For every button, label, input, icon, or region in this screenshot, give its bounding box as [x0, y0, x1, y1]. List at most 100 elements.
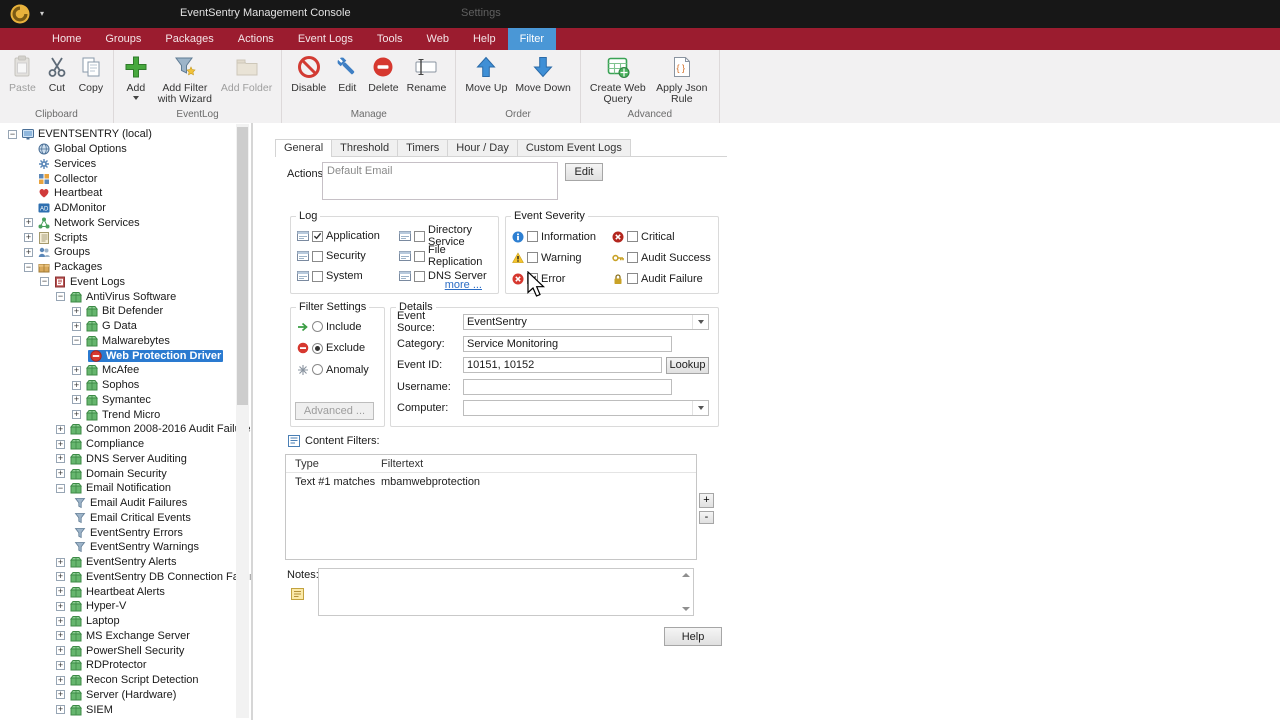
menu-tab-help[interactable]: Help	[461, 28, 508, 50]
tree-item-content[interactable]: Network Services	[36, 217, 142, 229]
tree-item-content[interactable]: MS Exchange Server	[68, 630, 192, 642]
cut-button[interactable]: Cut	[40, 52, 74, 96]
tree-item-groups[interactable]: + Groups	[0, 245, 233, 260]
username-input[interactable]	[463, 378, 672, 395]
tree-item-content[interactable]: Heartbeat Alerts	[68, 586, 167, 598]
tree-item-content[interactable]: SIEM	[68, 704, 115, 716]
tab-timers[interactable]: Timers	[397, 139, 449, 156]
notes-input[interactable]	[318, 568, 694, 616]
expander-minus-icon[interactable]: −	[40, 277, 49, 287]
application-checkbox-row[interactable]: Application	[297, 226, 399, 246]
security-checkbox[interactable]	[312, 250, 323, 262]
tree-item-email-audit-failures[interactable]: Email Audit Failures	[0, 496, 233, 511]
audit-success-checkbox[interactable]	[627, 252, 638, 263]
expander-plus-icon[interactable]: +	[56, 705, 65, 715]
exclude-radio-row[interactable]: Exclude	[297, 338, 369, 360]
tree-item-content[interactable]: Domain Security	[68, 468, 169, 480]
tree-item-heartbeat-alerts[interactable]: + Heartbeat Alerts	[0, 584, 233, 599]
tab-custom-event-logs[interactable]: Custom Event Logs	[516, 139, 631, 156]
expander-plus-icon[interactable]: +	[56, 439, 65, 449]
tree-item-dns-server-auditing[interactable]: + DNS Server Auditing	[0, 452, 233, 467]
tab-hour-day[interactable]: Hour / Day	[447, 139, 518, 156]
tree-item-collector[interactable]: Collector	[0, 171, 233, 186]
edit-actions-button[interactable]: Edit	[565, 163, 603, 181]
tree-item-event-logs[interactable]: − Event Logs	[0, 275, 233, 290]
more-link[interactable]: more ...	[445, 279, 482, 291]
audit-failure-checkbox-row[interactable]: Audit Failure	[612, 268, 711, 289]
expander-plus-icon[interactable]: +	[56, 557, 65, 567]
tree-item-siem[interactable]: + SIEM	[0, 702, 233, 717]
apply-json-rule-button[interactable]: { } Apply Json Rule	[650, 52, 714, 107]
actions-value-box[interactable]: Default Email	[322, 162, 558, 200]
expander-minus-icon[interactable]: −	[24, 262, 33, 272]
computer-combobox[interactable]	[463, 400, 709, 417]
tree-item-content[interactable]: Collector	[36, 173, 99, 185]
menu-tab-actions[interactable]: Actions	[226, 28, 286, 50]
content-filter-row[interactable]: Text #1 matches mbamwebprotection	[286, 473, 696, 490]
tree-item-recon-script-detection[interactable]: + Recon Script Detection	[0, 673, 233, 688]
expander-plus-icon[interactable]: +	[72, 395, 81, 405]
expander-plus-icon[interactable]: +	[56, 631, 65, 641]
menu-tab-filter[interactable]: Filter	[507, 28, 557, 50]
expander-minus-icon[interactable]: −	[56, 292, 65, 302]
tree-item-ms-exchange-server[interactable]: + MS Exchange Server	[0, 629, 233, 644]
content-filters-table[interactable]: Type Filtertext Text #1 matches mbamwebpr…	[285, 454, 697, 560]
tree-item-content[interactable]: McAfee	[84, 364, 141, 376]
critical-checkbox-row[interactable]: Critical	[612, 226, 711, 247]
tree-item-powershell-security[interactable]: + PowerShell Security	[0, 643, 233, 658]
expander-minus-icon[interactable]: −	[72, 336, 81, 346]
system-checkbox[interactable]	[312, 270, 323, 282]
tree-item-content[interactable]: EventSentry Alerts	[68, 556, 179, 568]
expander-minus-icon[interactable]: −	[56, 483, 65, 493]
dns-server-checkbox[interactable]	[414, 270, 425, 282]
tree-item-content[interactable]: AD ADMonitor	[36, 202, 108, 214]
event-source-combobox[interactable]: EventSentry	[463, 314, 709, 330]
tree-item-admonitor[interactable]: AD ADMonitor	[0, 201, 233, 216]
tree-item-antivirus-software[interactable]: − AntiVirus Software	[0, 289, 233, 304]
include-radio[interactable]	[312, 321, 323, 333]
audit-failure-checkbox[interactable]	[627, 273, 638, 284]
tree-item-hyper-v[interactable]: + Hyper-V	[0, 599, 233, 614]
disable-button[interactable]: Disable	[287, 52, 330, 96]
tree-item-content[interactable]: Services	[36, 158, 98, 170]
tree-item-services[interactable]: Services	[0, 157, 233, 172]
tree-item-content[interactable]: EventSentry DB Connection Failure	[68, 571, 262, 583]
tree-item-content[interactable]: Web Protection Driver	[88, 349, 224, 362]
tree-item-content[interactable]: Scripts	[36, 231, 90, 244]
tab-general[interactable]: General	[275, 139, 333, 157]
lookup-button[interactable]: Lookup	[666, 356, 709, 374]
expander-plus-icon[interactable]: +	[72, 306, 81, 316]
create-web-query-button[interactable]: Create Web Query	[586, 52, 650, 107]
expander-plus-icon[interactable]: +	[56, 616, 65, 626]
directory-service-checkbox-row[interactable]: Directory Service	[399, 224, 498, 248]
tree-item-sophos[interactable]: + Sophos	[0, 378, 233, 393]
tree-item-bit-defender[interactable]: + Bit Defender	[0, 304, 233, 319]
security-checkbox-row[interactable]: Security	[297, 246, 399, 266]
expander-plus-icon[interactable]: +	[56, 675, 65, 685]
tree-item-content[interactable]: RDProtector	[68, 659, 149, 671]
move-down-button[interactable]: Move Down	[511, 52, 574, 96]
tree-item-content[interactable]: EVENTSENTRY (local)	[20, 128, 154, 140]
expander-plus-icon[interactable]: +	[56, 572, 65, 582]
tree-item-global-options[interactable]: Global Options	[0, 142, 233, 157]
expander-plus-icon[interactable]: +	[72, 365, 81, 375]
add-button[interactable]: Add	[119, 52, 153, 102]
tree-item-content[interactable]: Malwarebytes	[84, 335, 172, 347]
expander-minus-icon[interactable]: −	[8, 129, 17, 139]
tree-item-rdprotector[interactable]: + RDProtector	[0, 658, 233, 673]
menu-tab-event-logs[interactable]: Event Logs	[286, 28, 365, 50]
tree-item-content[interactable]: Compliance	[68, 438, 146, 450]
logo-dropdown-caret-icon[interactable]: ▾	[40, 9, 44, 18]
tree-item-content[interactable]: Email Notification	[68, 482, 173, 494]
system-checkbox-row[interactable]: System	[297, 266, 399, 286]
tree-item-content[interactable]: G Data	[84, 320, 139, 332]
tree-item-compliance[interactable]: + Compliance	[0, 437, 233, 452]
tree-item-content[interactable]: Symantec	[84, 394, 153, 406]
tree-item-mcafee[interactable]: + McAfee	[0, 363, 233, 378]
expander-plus-icon[interactable]: +	[56, 454, 65, 464]
tree-item-content[interactable]: Trend Micro	[84, 409, 162, 421]
tree-item-eventsentry-alerts[interactable]: + EventSentry Alerts	[0, 555, 233, 570]
information-checkbox-row[interactable]: Information	[512, 226, 612, 247]
dropdown-arrow-icon[interactable]	[692, 401, 708, 416]
tree-item-content[interactable]: Email Audit Failures	[72, 497, 189, 509]
